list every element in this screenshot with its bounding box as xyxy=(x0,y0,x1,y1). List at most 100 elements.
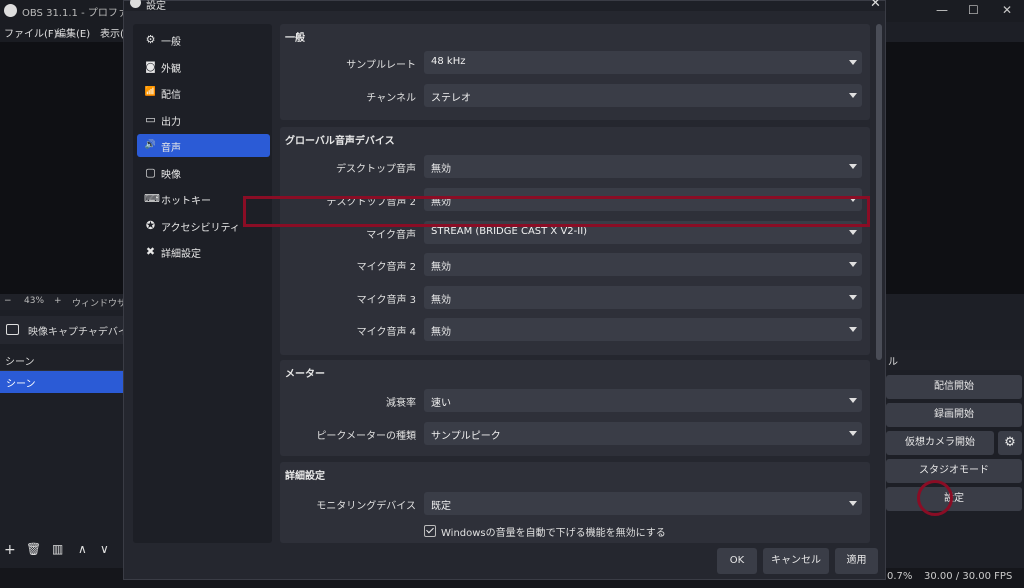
select-value: ステレオ xyxy=(431,93,471,104)
group-title: メーター xyxy=(285,369,325,380)
fps-readout: 30.00 / 30.00 FPS xyxy=(924,571,1013,582)
dialog-title: 設定 xyxy=(146,1,166,12)
zoom-value: 43% xyxy=(24,296,45,306)
appearance-icon: ◙ xyxy=(145,60,156,73)
settings-highlight-annotation xyxy=(917,480,953,516)
desktop-audio-select[interactable]: 無効 xyxy=(424,155,862,178)
group-general: 一般 サンプルレート 48 kHz チャンネル ステレオ xyxy=(280,24,870,120)
start-recording-button[interactable]: 録画開始 xyxy=(886,403,1022,427)
controls-header: ル xyxy=(886,350,1024,370)
sample-rate-select[interactable]: 48 kHz xyxy=(424,51,862,74)
menu-file[interactable]: ファイル(F) xyxy=(4,25,58,40)
apply-button[interactable]: 適用 xyxy=(835,548,878,574)
nav-label: 音声 xyxy=(161,143,181,154)
mic-audio-3-select[interactable]: 無効 xyxy=(424,286,862,309)
nav-item-stream[interactable]: 📶 配信 xyxy=(137,81,270,104)
chevron-down-icon xyxy=(849,327,857,332)
output-icon: ▭ xyxy=(145,113,156,126)
menu-edit[interactable]: 編集(E) xyxy=(56,25,90,40)
ok-button[interactable]: OK xyxy=(717,548,757,574)
mic-audio-2-select[interactable]: 無効 xyxy=(424,253,862,276)
nav-item-output[interactable]: ▭ 出力 xyxy=(137,108,270,131)
preview-area xyxy=(0,42,124,294)
nav-label: 出力 xyxy=(161,117,181,128)
chevron-down-icon xyxy=(849,93,857,98)
move-up-icon[interactable]: ∧ xyxy=(78,542,87,556)
studio-mode-button[interactable]: スタジオモード xyxy=(886,459,1022,483)
scenes-header: シーン xyxy=(0,350,124,371)
scene-list xyxy=(0,393,124,540)
obs-logo-icon xyxy=(4,4,17,17)
filter-icon[interactable]: ▥ xyxy=(52,542,63,556)
start-streaming-button[interactable]: 配信開始 xyxy=(886,375,1022,399)
decay-rate-label: 減衰率 xyxy=(386,398,416,409)
disable-ducking-checkbox[interactable] xyxy=(424,525,436,537)
virtual-camera-gear-icon[interactable]: ⚙ xyxy=(998,431,1022,455)
cpu-usage: 0.7% xyxy=(887,571,913,582)
move-down-icon[interactable]: ∨ xyxy=(100,542,109,556)
group-meters: メーター 減衰率 速い ピークメーターの種類 サンプルピーク xyxy=(280,360,870,456)
peak-meter-type-select[interactable]: サンプルピーク xyxy=(424,422,862,445)
nav-item-advanced[interactable]: ✖ 詳細設定 xyxy=(137,240,270,263)
chevron-down-icon xyxy=(849,295,857,300)
zoom-out-button[interactable]: − xyxy=(4,296,12,306)
peak-meter-type-label: ピークメーターの種類 xyxy=(316,431,416,442)
settings-button[interactable]: 設定 xyxy=(886,487,1022,511)
nav-item-general[interactable]: ⚙ 一般 xyxy=(137,28,270,51)
scene-item-selected[interactable]: シーン xyxy=(0,371,124,393)
group-global-audio-devices: グローバル音声デバイス デスクトップ音声 無効 デスクトップ音声 2 無効 マイ… xyxy=(280,127,870,355)
chevron-down-icon xyxy=(849,60,857,65)
mic-audio-4-select[interactable]: 無効 xyxy=(424,318,862,341)
add-scene-icon[interactable]: + xyxy=(4,542,16,558)
settings-scrollbar[interactable] xyxy=(876,24,882,360)
select-value: 速い xyxy=(431,398,451,409)
accessibility-icon: ✪ xyxy=(145,219,156,232)
settings-dialog: 設定 ✕ ⚙ 一般 ◙ 外観 📶 配信 ▭ 出力 🔊 音声 ▢ 映像 ⌨ ホット… xyxy=(123,0,886,580)
mic-audio-3-label: マイク音声 3 xyxy=(356,295,416,306)
nav-item-audio[interactable]: 🔊 音声 xyxy=(137,134,270,157)
source-name: 映像キャプチャデバイス xyxy=(28,327,138,338)
monitoring-device-select[interactable]: 既定 xyxy=(424,492,862,515)
channels-select[interactable]: ステレオ xyxy=(424,84,862,107)
scene-toolbar: + 🗑 ▥ ∧ ∨ xyxy=(0,540,124,564)
cancel-button[interactable]: キャンセル xyxy=(763,548,829,574)
maximize-icon[interactable]: ☐ xyxy=(968,3,979,17)
mic-audio-label: マイク音声 xyxy=(366,230,416,241)
minimize-icon[interactable]: — xyxy=(936,3,948,17)
chevron-down-icon xyxy=(849,262,857,267)
monitoring-device-label: モニタリングデバイス xyxy=(316,501,416,512)
nav-label: 映像 xyxy=(161,170,181,181)
select-value: 無効 xyxy=(431,262,451,273)
zoom-bar: − 43% + ウィンドウサイズ xyxy=(0,294,144,310)
keyboard-icon: ⌨ xyxy=(144,192,160,205)
group-title: 詳細設定 xyxy=(285,471,325,482)
decay-rate-select[interactable]: 速い xyxy=(424,389,862,412)
dialog-logo-icon xyxy=(130,0,141,8)
scene-item-label: シーン xyxy=(6,379,36,390)
select-value: STREAM (BRIDGE CAST X V2-II) xyxy=(431,226,588,237)
channels-label: チャンネル xyxy=(366,93,416,104)
mic-audio-2-label: マイク音声 2 xyxy=(356,262,416,273)
tools-icon: ✖ xyxy=(145,245,156,258)
select-value: サンプルピーク xyxy=(431,431,501,442)
mic-audio-4-label: マイク音声 4 xyxy=(356,327,416,338)
antenna-icon: 📶 xyxy=(144,87,157,97)
chevron-down-icon xyxy=(849,164,857,169)
menu-view[interactable]: 表示( xyxy=(100,25,124,40)
close-icon[interactable]: ✕ xyxy=(1002,3,1012,17)
nav-item-video[interactable]: ▢ 映像 xyxy=(137,161,270,184)
preview-area-right xyxy=(886,42,1024,294)
desktop-audio-label: デスクトップ音声 xyxy=(336,164,416,175)
sample-rate-label: サンプルレート xyxy=(346,60,416,71)
chevron-down-icon xyxy=(849,501,857,506)
group-title: グローバル音声デバイス xyxy=(285,136,395,147)
audio-settings-panel: 一般 サンプルレート 48 kHz チャンネル ステレオ グローバル音声デバイス… xyxy=(280,24,874,543)
select-value: 48 kHz xyxy=(431,56,466,67)
nav-item-appearance[interactable]: ◙ 外観 xyxy=(137,55,270,78)
gear-icon: ⚙ xyxy=(145,33,156,46)
trash-icon[interactable]: 🗑 xyxy=(26,542,41,556)
zoom-in-button[interactable]: + xyxy=(54,296,62,306)
dialog-close-icon[interactable]: ✕ xyxy=(870,0,881,11)
start-virtual-camera-button[interactable]: 仮想カメラ開始 xyxy=(886,431,994,455)
nav-label: 詳細設定 xyxy=(161,249,201,260)
